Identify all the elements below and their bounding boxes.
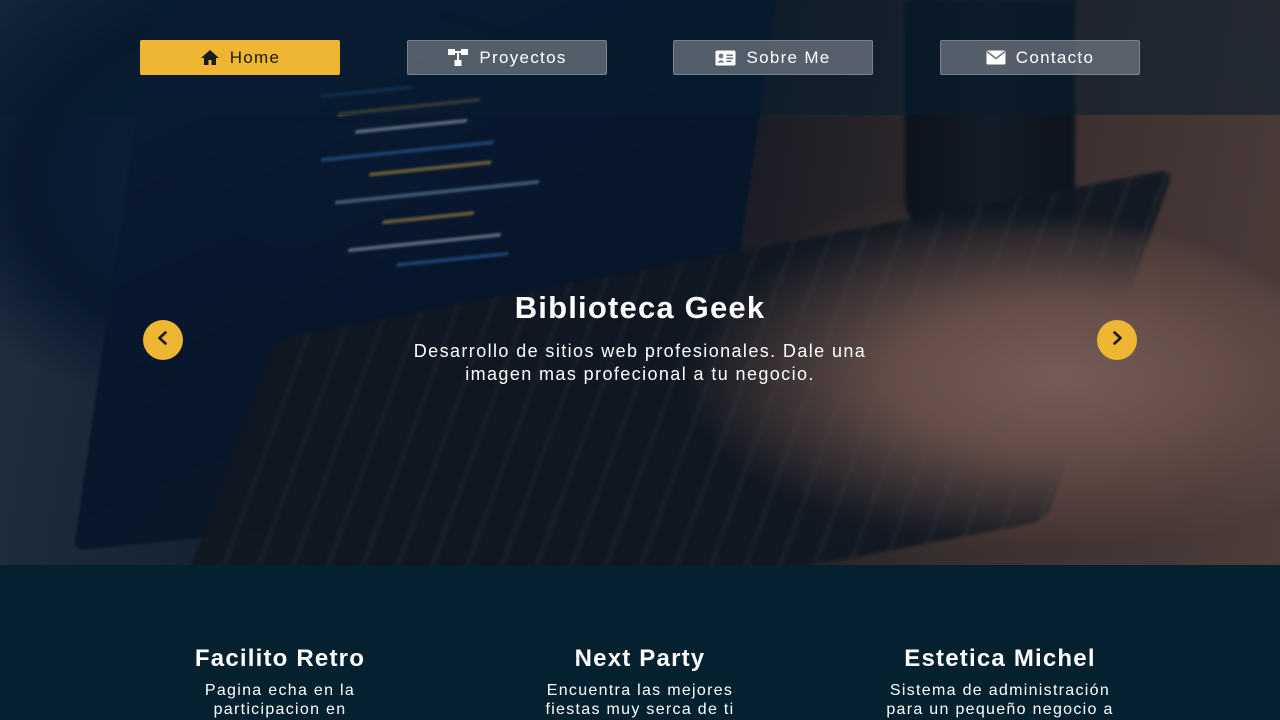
home-icon xyxy=(200,49,220,66)
project-description: Encuentra las mejores fiestas muy serca … xyxy=(545,682,735,718)
project-title: Estetica Michel xyxy=(904,645,1096,672)
project-description: Pagina echa en la participacion en xyxy=(204,682,356,718)
nav-home-label: Home xyxy=(229,47,281,67)
chevron-right-icon xyxy=(1110,330,1124,350)
nav-home-button[interactable]: Home xyxy=(140,40,340,75)
carousel-caption: Biblioteca Geek Desarrollo de sitios web… xyxy=(340,290,940,386)
nav-proyectos-label: Proyectos xyxy=(479,47,567,67)
chevron-left-icon xyxy=(156,330,170,350)
nav-sobre-me-button[interactable]: Sobre Me xyxy=(673,40,873,75)
carousel-text: Desarrollo de sitios web profesionales. … xyxy=(413,341,867,384)
project-title: Next Party xyxy=(574,645,706,672)
nav-contacto-label: Contacto xyxy=(1015,47,1095,67)
carousel-title: Biblioteca Geek xyxy=(514,290,766,325)
nav-contacto-button[interactable]: Contacto xyxy=(940,40,1140,75)
projects-section: Facilito Retro Pagina echa en la partici… xyxy=(0,565,1280,720)
navbar: Home Proyectos Sobre Me Contacto xyxy=(0,0,1280,115)
nav-proyectos-button[interactable]: Proyectos xyxy=(407,40,607,75)
carousel-prev-button[interactable] xyxy=(143,320,183,360)
carousel-next-button[interactable] xyxy=(1097,320,1137,360)
sitemap-icon xyxy=(447,48,469,67)
project-card[interactable]: Next Party Encuentra las mejores fiestas… xyxy=(500,645,780,719)
nav-sobre-me-label: Sobre Me xyxy=(746,47,831,67)
project-description: Sistema de administración para un pequeñ… xyxy=(886,682,1114,718)
project-card[interactable]: Facilito Retro Pagina echa en la partici… xyxy=(140,645,420,719)
id-card-icon xyxy=(715,50,736,66)
envelope-icon xyxy=(986,50,1006,65)
project-title: Facilito Retro xyxy=(194,645,366,672)
project-card[interactable]: Estetica Michel Sistema de administració… xyxy=(860,645,1140,719)
